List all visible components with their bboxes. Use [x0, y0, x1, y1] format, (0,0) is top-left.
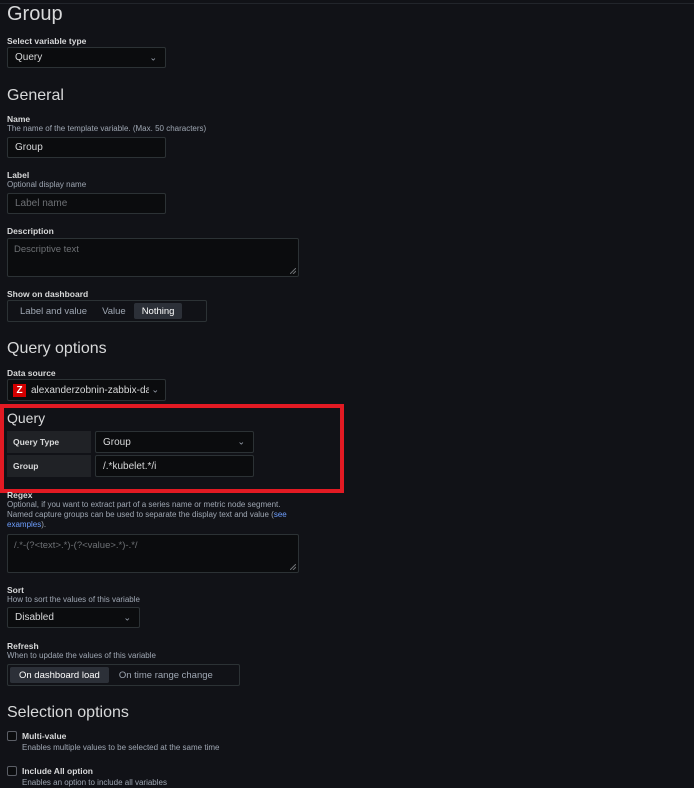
refresh-option-time-range-change[interactable]: On time range change	[109, 667, 223, 683]
chevron-down-icon: ⌄	[149, 52, 157, 62]
examples-link[interactable]: examples	[7, 520, 41, 529]
name-label: Name	[7, 114, 31, 124]
variable-editor: Group Select variable type Query ⌄ Gener…	[0, 0, 694, 788]
multi-value-description: Enables multiple values to be selected a…	[22, 743, 220, 752]
show-option-nothing[interactable]: Nothing	[133, 303, 183, 319]
show-on-dashboard-radio-group: Label and value Value Nothing	[7, 300, 207, 322]
include-all-checkbox[interactable]	[7, 766, 17, 776]
query-options-heading: Query options	[7, 340, 107, 357]
variable-type-select[interactable]: Query ⌄	[7, 47, 166, 68]
red-highlight-box	[0, 404, 344, 493]
data-source-value: alexanderzobnin-zabbix-da	[31, 384, 149, 396]
regex-description-line-1: Optional, if you want to extract part of…	[7, 500, 281, 509]
name-input-value: Group	[15, 142, 43, 153]
regex-textarea[interactable]: /.*-(?<text>.*)-(?<value>.*)-.*/	[7, 534, 299, 573]
regex-description-line-3: examples).	[7, 520, 327, 530]
regex-description-end: ).	[41, 520, 47, 529]
label-label: Label	[7, 170, 30, 180]
multi-value-label: Multi-value	[22, 731, 67, 741]
multi-value-checkbox[interactable]	[7, 731, 17, 741]
label-input-placeholder: Label name	[15, 198, 68, 209]
regex-label: Regex	[7, 490, 33, 500]
refresh-label: Refresh	[7, 641, 39, 651]
general-heading: General	[7, 87, 64, 104]
data-source-label: Data source	[7, 368, 56, 378]
see-examples-link[interactable]: see	[274, 510, 287, 519]
variable-type-value: Query	[15, 52, 43, 63]
description-placeholder: Descriptive text	[14, 244, 79, 255]
show-on-dashboard-label: Show on dashboard	[7, 289, 89, 299]
name-description: The name of the template variable. (Max.…	[7, 124, 207, 133]
regex-description: Optional, if you want to extract part of…	[7, 500, 327, 530]
data-source-select[interactable]: Z alexanderzobnin-zabbix-da ⌄	[7, 379, 166, 401]
top-divider	[0, 3, 694, 4]
regex-description-line-2: Named capture groups can be used to sepa…	[7, 510, 327, 520]
zabbix-logo-icon: Z	[13, 383, 26, 397]
refresh-radio-group: On dashboard load On time range change	[7, 664, 240, 686]
sort-value: Disabled	[15, 612, 54, 623]
include-all-label: Include All option	[22, 766, 93, 776]
resize-handle-icon[interactable]	[290, 564, 296, 570]
page-title: Group	[7, 3, 63, 25]
show-option-value[interactable]: Value	[94, 303, 134, 319]
description-label: Description	[7, 226, 54, 236]
regex-description-text: Named capture groups can be used to sepa…	[7, 510, 274, 519]
show-option-label-and-value[interactable]: Label and value	[10, 303, 94, 319]
variable-type-label: Select variable type	[7, 36, 87, 46]
selection-options-heading: Selection options	[7, 704, 129, 721]
refresh-description: When to update the values of this variab…	[7, 651, 156, 660]
label-description: Optional display name	[7, 180, 87, 189]
sort-label: Sort	[7, 585, 24, 595]
chevron-down-icon: ⌄	[151, 384, 159, 395]
regex-placeholder: /.*-(?<text>.*)-(?<value>.*)-.*/	[14, 540, 138, 551]
sort-description: How to sort the values of this variable	[7, 595, 140, 604]
sort-select[interactable]: Disabled ⌄	[7, 607, 140, 628]
refresh-option-dashboard-load[interactable]: On dashboard load	[10, 667, 109, 683]
resize-handle-icon[interactable]	[290, 268, 296, 274]
label-input[interactable]: Label name	[7, 193, 166, 214]
include-all-description: Enables an option to include all variabl…	[22, 778, 167, 787]
description-textarea[interactable]: Descriptive text	[7, 238, 299, 277]
chevron-down-icon: ⌄	[123, 612, 131, 622]
name-input[interactable]: Group	[7, 137, 166, 158]
